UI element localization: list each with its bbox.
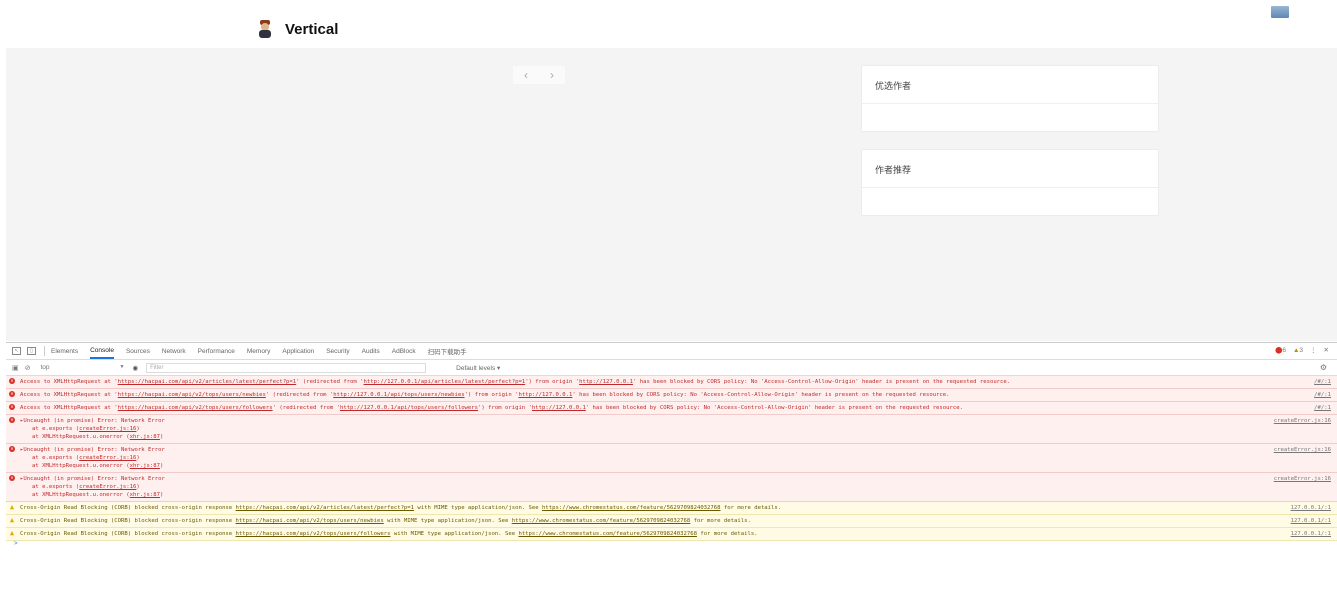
- log-source-link[interactable]: createError.js:16: [1274, 446, 1331, 454]
- inspect-icon[interactable]: ↖: [12, 347, 21, 355]
- tab-application[interactable]: Application: [282, 345, 314, 358]
- error-icon: ✕: [9, 446, 15, 452]
- tab-performance[interactable]: Performance: [198, 345, 235, 358]
- stack-link[interactable]: createError.js:16: [79, 426, 136, 432]
- log-link[interactable]: https://hacpai.com/api/v2/articles/lates…: [118, 379, 297, 385]
- console-warning-row: ▲ Cross-Origin Read Blocking (CORB) bloc…: [6, 528, 1337, 541]
- log-source-link[interactable]: 127.0.0.1/:1: [1291, 530, 1331, 538]
- tab-console[interactable]: Console: [90, 344, 114, 359]
- site-header: Vertical: [0, 0, 1337, 48]
- tab-audits[interactable]: Audits: [362, 345, 380, 358]
- card-body: [862, 188, 1158, 215]
- error-icon: ✕: [9, 378, 15, 384]
- warning-icon: ▲: [9, 516, 15, 524]
- console-error-row: ✕ ▸Uncaught (in promise) Error: Network …: [6, 473, 1337, 502]
- card-title: 优选作者: [862, 66, 1158, 104]
- error-icon: ✕: [9, 404, 15, 410]
- recommended-authors-card: 作者推荐: [861, 149, 1159, 216]
- context-select[interactable]: top ▼: [41, 364, 125, 371]
- log-link[interactable]: https://www.chromestatus.com/feature/562…: [512, 518, 691, 524]
- console-warning-row: ▲ Cross-Origin Read Blocking (CORB) bloc…: [6, 502, 1337, 515]
- tab-security[interactable]: Security: [326, 345, 349, 358]
- stack-link[interactable]: createError.js:16: [79, 484, 136, 490]
- live-expression-eye-icon[interactable]: ◉: [133, 364, 139, 372]
- error-icon: ✕: [9, 475, 15, 481]
- console-error-row: ✕ Access to XMLHttpRequest at 'https://h…: [6, 402, 1337, 415]
- console-error-row: ✕ Access to XMLHttpRequest at 'https://h…: [6, 389, 1337, 402]
- featured-authors-card: 优选作者: [861, 65, 1159, 132]
- carousel-pager: ‹ ›: [513, 66, 565, 84]
- next-arrow-icon[interactable]: ›: [550, 68, 554, 82]
- log-link[interactable]: http://127.0.0.1: [518, 392, 572, 398]
- log-link[interactable]: https://hacpai.com/api/v2/tops/users/new…: [236, 518, 384, 524]
- devtools-tabbar: ↖ ▯ Elements Console Sources Network Per…: [6, 343, 1337, 360]
- card-title: 作者推荐: [862, 150, 1158, 188]
- prev-arrow-icon[interactable]: ‹: [524, 68, 528, 82]
- log-link[interactable]: https://www.chromestatus.com/feature/562…: [518, 531, 697, 537]
- error-icon: ✕: [9, 391, 15, 397]
- sidebar-toggle-icon[interactable]: ▣: [12, 364, 19, 372]
- error-counter[interactable]: ⬤6: [1275, 346, 1286, 354]
- tab-adblock[interactable]: AdBlock: [392, 345, 416, 358]
- tab-memory[interactable]: Memory: [247, 345, 270, 358]
- warning-counter[interactable]: ▲3: [1293, 347, 1303, 354]
- log-link[interactable]: http://127.0.0.1/api/tops/users/follower…: [340, 405, 478, 411]
- warning-icon: ▲: [9, 503, 15, 511]
- console-error-row: ✕ Access to XMLHttpRequest at 'https://h…: [6, 376, 1337, 389]
- log-link[interactable]: https://hacpai.com/api/v2/tops/users/new…: [118, 392, 266, 398]
- avatar-logo-icon[interactable]: [257, 19, 273, 39]
- console-prompt[interactable]: >: [6, 541, 1337, 547]
- clear-console-icon[interactable]: ⊘: [25, 364, 31, 372]
- tab-sources[interactable]: Sources: [126, 345, 150, 358]
- site-title[interactable]: Vertical: [285, 21, 338, 38]
- tab-qr-download[interactable]: 扫码下载助手: [428, 343, 467, 359]
- log-source-link[interactable]: /#/:1: [1314, 404, 1331, 412]
- log-source-link[interactable]: createError.js:16: [1274, 475, 1331, 483]
- error-icon: ✕: [9, 417, 15, 423]
- console-warning-row: ▲ Cross-Origin Read Blocking (CORB) bloc…: [6, 515, 1337, 528]
- filter-input[interactable]: Filter: [146, 362, 427, 373]
- log-source-link[interactable]: 127.0.0.1/:1: [1291, 504, 1331, 512]
- log-source-link[interactable]: createError.js:16: [1274, 417, 1331, 425]
- console-error-row: ✕ ▸Uncaught (in promise) Error: Network …: [6, 444, 1337, 473]
- more-options-icon[interactable]: ⋮: [1310, 346, 1317, 354]
- log-source-link[interactable]: /#/:1: [1314, 391, 1331, 399]
- log-link[interactable]: https://hacpai.com/api/v2/tops/users/fol…: [118, 405, 273, 411]
- device-toggle-icon[interactable]: ▯: [27, 347, 36, 355]
- tab-network[interactable]: Network: [162, 345, 186, 358]
- stack-link[interactable]: xhr.js:87: [130, 492, 160, 498]
- close-icon[interactable]: ✕: [1324, 346, 1329, 354]
- card-body: [862, 104, 1158, 131]
- log-link[interactable]: http://127.0.0.1/api/articles/latest/per…: [364, 379, 526, 385]
- log-source-link[interactable]: 127.0.0.1/:1: [1291, 517, 1331, 525]
- stack-link[interactable]: xhr.js:87: [130, 434, 160, 440]
- log-levels-dropdown[interactable]: Default levels ▾: [456, 364, 500, 372]
- log-link[interactable]: https://hacpai.com/api/v2/tops/users/fol…: [236, 531, 391, 537]
- console-log: ✕ Access to XMLHttpRequest at 'https://h…: [6, 376, 1337, 547]
- console-toolbar: ▣ ⊘ top ▼ ◉ Filter Default levels ▾ ⚙: [6, 360, 1337, 376]
- gear-icon[interactable]: ⚙: [1320, 363, 1327, 372]
- log-link[interactable]: https://hacpai.com/api/v2/articles/lates…: [236, 505, 415, 511]
- tab-elements[interactable]: Elements: [51, 345, 78, 358]
- main-content: ‹ › 优选作者 作者推荐: [6, 48, 1337, 341]
- divider: [44, 346, 45, 356]
- log-link[interactable]: http://127.0.0.1: [532, 405, 586, 411]
- devtools-status: ⬤6 ▲3 ⋮ ✕: [1275, 346, 1329, 355]
- log-link[interactable]: http://127.0.0.1: [579, 379, 633, 385]
- stack-link[interactable]: createError.js:16: [79, 455, 136, 461]
- log-link[interactable]: https://www.chromestatus.com/feature/562…: [542, 505, 721, 511]
- warning-icon: ▲: [9, 529, 15, 537]
- user-avatar[interactable]: [1271, 6, 1289, 18]
- devtools-panel: ↖ ▯ Elements Console Sources Network Per…: [6, 342, 1337, 592]
- log-source-link[interactable]: /#/:1: [1314, 378, 1331, 386]
- stack-link[interactable]: xhr.js:87: [130, 463, 160, 469]
- log-link[interactable]: http://127.0.0.1/api/tops/users/newbies: [333, 392, 464, 398]
- chevron-down-icon: ▼: [119, 364, 125, 370]
- console-error-row: ✕ ▸Uncaught (in promise) Error: Network …: [6, 415, 1337, 444]
